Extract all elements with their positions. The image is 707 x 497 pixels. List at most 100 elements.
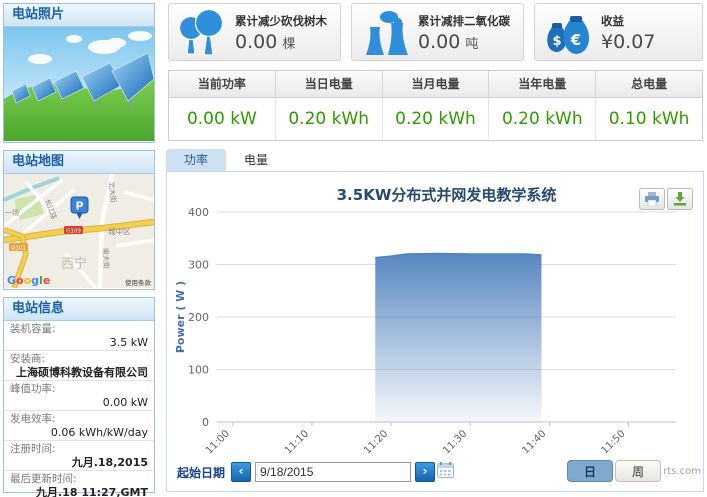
info-row-capacity: 装机容量: 3.5 kW <box>4 321 154 351</box>
stats-header-daily-energy: 当日电量 <box>276 71 383 98</box>
stats-header-monthly-energy: 当月电量 <box>383 71 490 98</box>
stats-header-current-power: 当前功率 <box>169 71 276 98</box>
card-value: 0.00 <box>235 31 277 53</box>
range-toggle: 日 周 <box>567 460 661 482</box>
power-area-chart: 0 100 200 300 400 11:00 11:10 11:20 11:30 11:40 11… <box>171 176 701 458</box>
info-label: 装机容量: <box>10 323 148 336</box>
svg-text:400: 400 <box>188 206 209 219</box>
svg-text:11:10: 11:10 <box>283 428 311 456</box>
info-value: 3.5 kW <box>10 336 148 349</box>
stats-header-yearly-energy: 当年电量 <box>489 71 596 98</box>
stats-value-yearly-energy: 0.20 kWh <box>489 98 596 140</box>
google-logo: Google <box>7 274 50 287</box>
info-row-last-update: 最后更新时间: 九月.18 11:27,GMT +8,2015 <box>4 471 154 497</box>
stats-value-current-power: 0.00 kW <box>169 98 276 140</box>
info-value: 0.06 kWh/kW/day <box>10 426 148 439</box>
money-bags-icon: $ € <box>541 9 595 57</box>
card-unit: 吨 <box>465 37 478 52</box>
svg-text:0: 0 <box>202 416 209 429</box>
card-value: 0.00 <box>418 31 460 53</box>
calendar-icon <box>437 462 454 478</box>
printer-icon <box>644 192 660 206</box>
cooling-towers-icon <box>358 9 412 57</box>
tab-energy[interactable]: 电量 <box>226 149 286 171</box>
svg-text:11:50: 11:50 <box>599 428 627 456</box>
svg-text:11:20: 11:20 <box>362 428 390 456</box>
power-chart-panel: 0 100 200 300 400 11:00 11:10 11:20 11:30 11:40 11… <box>166 171 704 492</box>
income-card: $ € 收益 ¥0.07 <box>534 3 703 61</box>
info-row-efficiency: 发电效率: 0.06 kWh/kW/day <box>4 411 154 441</box>
map-terms-link[interactable]: 使用条款 <box>125 278 152 287</box>
card-value: ¥0.07 <box>601 31 655 53</box>
card-label: 累计减排二氧化碳 <box>418 13 510 29</box>
card-label: 累计减少砍伐树木 <box>235 13 327 29</box>
info-row-installer: 安装商: 上海硕博科教设备有限公司 <box>4 351 154 381</box>
station-map-title: 电站地图 <box>4 151 154 174</box>
info-label: 注册时间: <box>10 443 148 456</box>
week-toggle-button[interactable]: 周 <box>615 460 661 482</box>
card-label: 收益 <box>601 13 655 29</box>
info-row-peak-power: 峰值功率: 0.00 kW <box>4 381 154 411</box>
svg-text:11:00: 11:00 <box>204 428 232 456</box>
map-label-city: 西宁 <box>61 256 87 272</box>
svg-text:300: 300 <box>188 259 209 272</box>
google-map: 一场 长江路 北大街 南大街 城中区 西宁 G109 G101 P Google… <box>4 174 154 288</box>
svg-text:11:30: 11:30 <box>441 428 469 456</box>
map-label-plaza: 一场 <box>5 208 19 217</box>
station-photo-panel: 电站照片 <box>3 3 155 143</box>
station-info-panel: 电站信息 装机容量: 3.5 kW 安装商: 上海硕博科教设备有限公司 峰值功率… <box>3 297 155 493</box>
stats-header-row: 当前功率 当日电量 当月电量 当年电量 总电量 <box>169 71 702 98</box>
download-icon <box>673 192 687 206</box>
next-date-button[interactable]: › <box>415 462 435 482</box>
info-value: 九月.18 11:27,GMT +8,2015 <box>10 486 148 497</box>
station-photo-title: 电站照片 <box>4 4 154 27</box>
svg-text:11:40: 11:40 <box>520 428 548 456</box>
date-input[interactable] <box>255 462 411 482</box>
map-canvas[interactable]: 一场 长江路 北大街 南大街 城中区 西宁 G109 G101 P Google… <box>4 174 154 292</box>
svg-text:3.5KW分布式并网发电教学系统: 3.5KW分布式并网发电教学系统 <box>337 186 557 204</box>
info-value: 0.00 kW <box>10 396 148 409</box>
start-date-label: 起始日期 <box>177 464 225 481</box>
date-controls: 起始日期 ‹ › <box>177 460 454 484</box>
stats-header-total-energy: 总电量 <box>596 71 702 98</box>
info-label: 安装商: <box>10 353 148 366</box>
info-row-registered: 注册时间: 九月.18,2015 <box>4 441 154 471</box>
info-label: 发电效率: <box>10 413 148 426</box>
day-toggle-button[interactable]: 日 <box>567 460 613 482</box>
station-photo-image <box>4 27 154 145</box>
svg-text:100: 100 <box>188 364 209 377</box>
solar-dashboard: 电站照片 <box>0 0 707 497</box>
calendar-button[interactable] <box>437 462 454 482</box>
prev-date-button[interactable]: ‹ <box>231 462 251 482</box>
stats-value-monthly-energy: 0.20 kWh <box>383 98 490 140</box>
svg-text:Power ( W ): Power ( W ) <box>174 281 187 353</box>
map-marker-p: P <box>75 200 83 213</box>
info-label: 峰值功率: <box>10 383 148 396</box>
station-info-title: 电站信息 <box>4 298 154 321</box>
map-badge-g101: G101 <box>11 245 26 251</box>
stats-value-total-energy: 0.10 kWh <box>596 98 702 140</box>
station-map-panel: 电站地图 一场 <box>3 150 155 290</box>
svg-text:200: 200 <box>188 311 209 324</box>
svg-text:$: $ <box>552 34 561 49</box>
info-value: 九月.18,2015 <box>10 456 148 469</box>
map-label-district: 城中区 <box>108 226 131 236</box>
map-label-south-street: 南大街 <box>101 248 111 269</box>
trees-icon <box>175 9 229 57</box>
energy-stats-table: 当前功率 当日电量 当月电量 当年电量 总电量 0.00 kW 0.20 kWh… <box>168 70 703 141</box>
solar-panels-photo <box>4 27 154 141</box>
card-unit: 棵 <box>282 37 295 52</box>
stats-value-row: 0.00 kW 0.20 kWh 0.20 kWh 0.20 kWh 0.10 … <box>169 98 702 140</box>
print-chart-button[interactable] <box>639 188 665 210</box>
svg-text:€: € <box>570 31 581 49</box>
info-label: 最后更新时间: <box>10 473 148 486</box>
stats-value-daily-energy: 0.20 kWh <box>276 98 383 140</box>
chart-tabs: 功率 电量 <box>166 149 286 171</box>
map-badge-g109: G109 <box>66 228 81 234</box>
download-chart-button[interactable] <box>667 188 693 210</box>
station-info-list: 装机容量: 3.5 kW 安装商: 上海硕博科教设备有限公司 峰值功率: 0.0… <box>4 321 154 497</box>
info-value: 上海硕博科教设备有限公司 <box>10 366 148 379</box>
co2-reduced-card: 累计减排二氧化碳 0.00 吨 <box>351 3 524 61</box>
highcharts-watermark: rts.com <box>663 466 701 477</box>
tab-power[interactable]: 功率 <box>166 149 226 171</box>
